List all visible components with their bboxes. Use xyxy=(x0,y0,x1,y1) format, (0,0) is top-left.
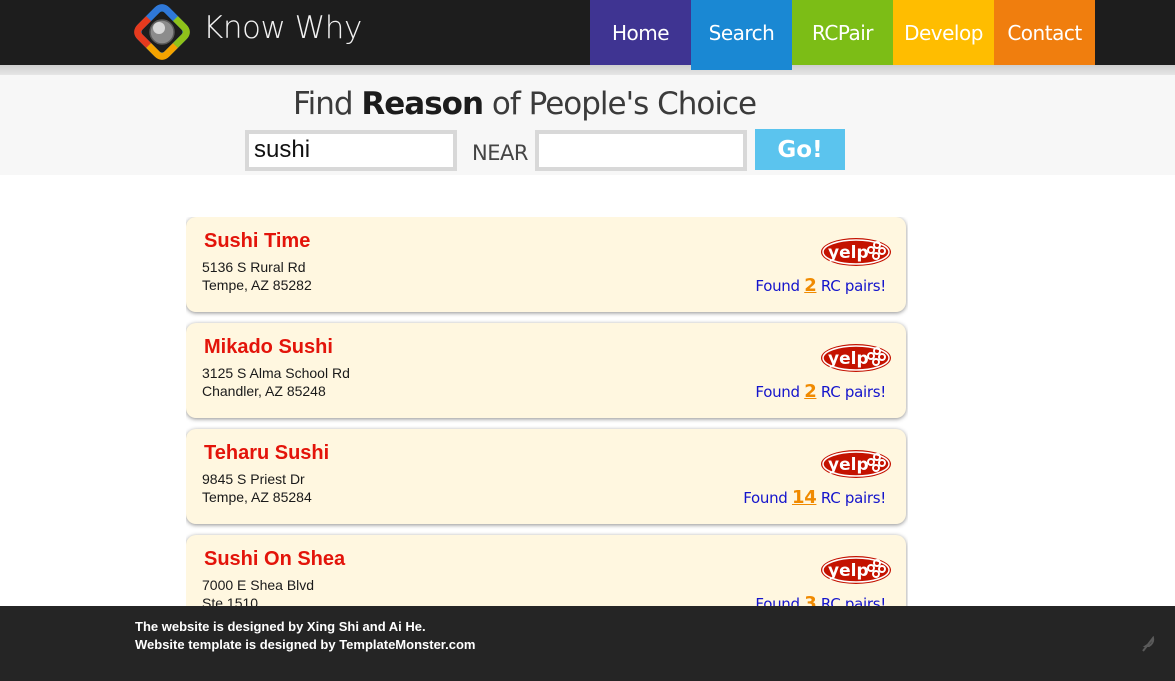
result-card[interactable]: Sushi On Shea 7000 E Shea Blvd Ste 1510 … xyxy=(186,535,906,606)
search-term-input[interactable]: sushi xyxy=(245,130,457,171)
logo-icon[interactable] xyxy=(134,4,190,60)
rc-pairs-count: Found 2 RC pairs! xyxy=(755,275,886,296)
yelp-logo-icon[interactable]: yelp xyxy=(820,343,892,373)
near-label: NEAR xyxy=(472,141,528,165)
result-name[interactable]: Mikado Sushi xyxy=(204,336,333,359)
nav-contact[interactable]: Contact xyxy=(994,0,1095,65)
result-address-line2: Ste 1510 xyxy=(202,595,259,606)
found-suffix: RC pairs! xyxy=(816,383,886,401)
rc-pairs-link[interactable]: 3 xyxy=(804,593,817,606)
yelp-logo-icon[interactable]: yelp xyxy=(820,555,892,585)
result-name[interactable]: Sushi Time xyxy=(204,230,310,253)
rc-pairs-count: Found 2 RC pairs! xyxy=(755,381,886,402)
svg-text:yelp: yelp xyxy=(828,561,869,581)
feather-icon[interactable] xyxy=(1141,636,1155,652)
result-address-line1: 9845 S Priest Dr xyxy=(202,471,305,487)
footer-credit-template: Website template is designed by Template… xyxy=(135,637,476,652)
found-prefix: Found xyxy=(755,595,805,606)
nav-develop[interactable]: Develop xyxy=(893,0,994,65)
svg-text:yelp: yelp xyxy=(828,455,869,475)
result-card[interactable]: Sushi Time 5136 S Rural Rd Tempe, AZ 852… xyxy=(186,217,906,312)
go-button[interactable]: Go! xyxy=(755,129,845,170)
result-address-line2: Chandler, AZ 85248 xyxy=(202,383,326,399)
svg-text:yelp: yelp xyxy=(828,349,869,369)
location-input[interactable] xyxy=(535,130,747,171)
results-list: Sushi Time 5136 S Rural Rd Tempe, AZ 852… xyxy=(186,217,908,606)
footer-credit-designers: The website is designed by Xing Shi and … xyxy=(135,619,426,634)
result-address-line1: 7000 E Shea Blvd xyxy=(202,577,315,593)
tagline-strong: Reason xyxy=(361,86,484,122)
result-address-line2: Tempe, AZ 85284 xyxy=(202,489,312,505)
rc-pairs-link[interactable]: 2 xyxy=(804,381,817,402)
found-suffix: RC pairs! xyxy=(816,595,886,606)
result-name[interactable]: Sushi On Shea xyxy=(204,548,345,571)
found-prefix: Found xyxy=(755,277,805,295)
main-nav: Home Search RCPair Develop Contact xyxy=(590,0,1095,70)
nav-home[interactable]: Home xyxy=(590,0,691,65)
rc-pairs-count: Found 14 RC pairs! xyxy=(743,487,886,508)
tagline: Find Reason of People's Choice xyxy=(293,86,757,122)
yelp-logo-icon[interactable]: yelp xyxy=(820,449,892,479)
tagline-post: of People's Choice xyxy=(483,86,757,122)
site-title[interactable]: Know Why xyxy=(203,10,362,46)
found-suffix: RC pairs! xyxy=(816,277,886,295)
nav-rcpair[interactable]: RCPair xyxy=(792,0,893,65)
found-prefix: Found xyxy=(743,489,792,507)
result-address-line1: 5136 S Rural Rd xyxy=(202,259,306,275)
result-card[interactable]: Teharu Sushi 9845 S Priest Dr Tempe, AZ … xyxy=(186,429,906,524)
rc-pairs-link[interactable]: 14 xyxy=(792,487,817,508)
rc-pairs-link[interactable]: 2 xyxy=(804,275,817,296)
found-suffix: RC pairs! xyxy=(816,489,886,507)
nav-search[interactable]: Search xyxy=(691,0,792,70)
tagline-pre: Find xyxy=(293,86,362,122)
site-footer: The website is designed by Xing Shi and … xyxy=(0,606,1175,681)
result-name[interactable]: Teharu Sushi xyxy=(204,442,329,465)
result-card[interactable]: Mikado Sushi 3125 S Alma School Rd Chand… xyxy=(186,323,906,418)
result-address-line2: Tempe, AZ 85282 xyxy=(202,277,312,293)
svg-text:yelp: yelp xyxy=(828,243,869,263)
yelp-logo-icon[interactable]: yelp xyxy=(820,237,892,267)
rc-pairs-count: Found 3 RC pairs! xyxy=(755,593,886,606)
result-address-line1: 3125 S Alma School Rd xyxy=(202,365,350,381)
found-prefix: Found xyxy=(755,383,805,401)
